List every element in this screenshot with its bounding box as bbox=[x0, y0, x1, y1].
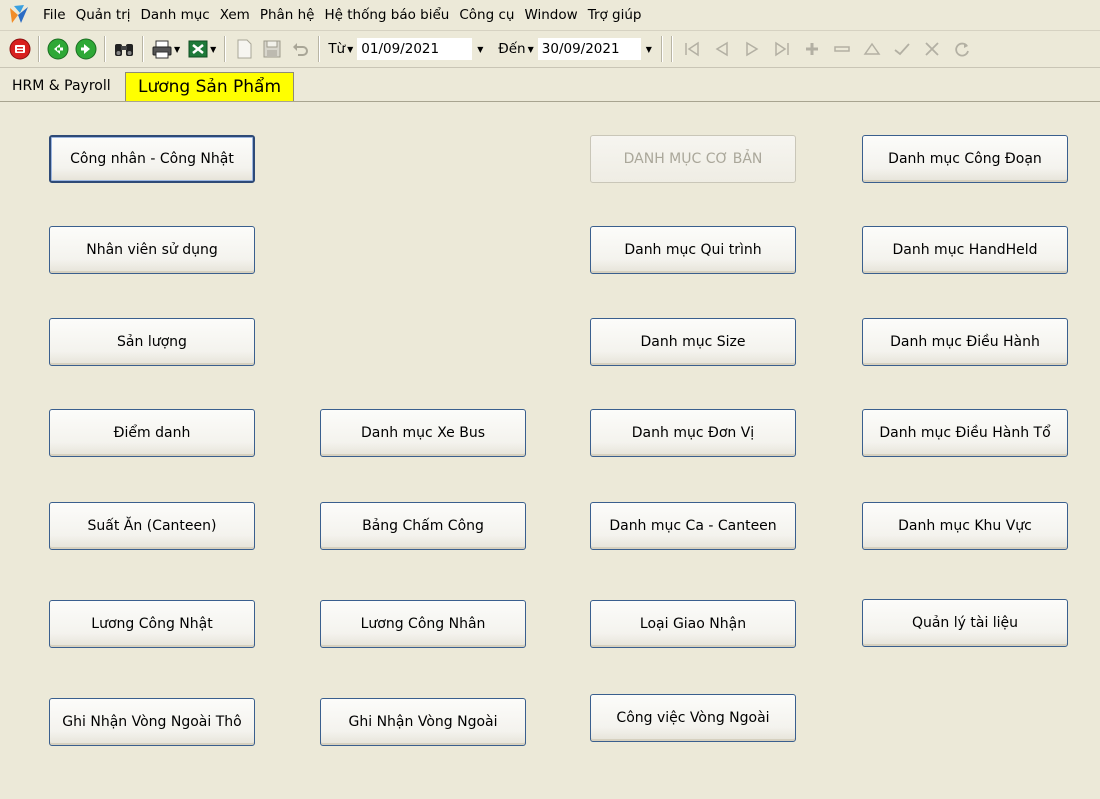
danh-muc-handheld-button[interactable]: Danh mục HandHeld bbox=[862, 226, 1068, 274]
toolbar-separator bbox=[318, 36, 321, 62]
menu-window[interactable]: Window bbox=[519, 0, 582, 30]
bang-cham-cong-button[interactable]: Bảng Chấm Công bbox=[320, 502, 526, 550]
from-label-dropdown-icon[interactable]: ▼ bbox=[347, 45, 353, 54]
to-date-field[interactable]: 30/09/2021 bbox=[537, 38, 641, 60]
from-date-label: Từ bbox=[328, 41, 346, 57]
menu-tro-giup[interactable]: Trợ giúp bbox=[583, 0, 647, 30]
exit-icon bbox=[9, 38, 31, 60]
next-record-icon bbox=[746, 41, 759, 57]
print-button[interactable] bbox=[148, 35, 176, 63]
menu-danh-muc[interactable]: Danh mục bbox=[136, 0, 215, 30]
nhan-vien-su-dung-button[interactable]: Nhân viên sử dụng bbox=[49, 226, 255, 274]
toolbar-separator bbox=[104, 36, 106, 62]
new-document-button[interactable] bbox=[230, 35, 258, 63]
undo-icon bbox=[293, 43, 309, 56]
menu-file[interactable]: File bbox=[38, 0, 71, 30]
to-date-value: 30/09/2021 bbox=[541, 41, 620, 57]
danh-muc-dieu-hanh-button[interactable]: Danh mục Điều Hành bbox=[862, 318, 1068, 366]
menu-xem[interactable]: Xem bbox=[215, 0, 255, 30]
module-tabs: HRM & Payroll Lương Sản Phẩm bbox=[0, 68, 1100, 102]
ghi-nhan-vong-ngoai-button[interactable]: Ghi Nhận Vòng Ngoài bbox=[320, 698, 526, 746]
toolbar-separator bbox=[142, 36, 144, 62]
edit-record-button[interactable] bbox=[857, 35, 887, 63]
previous-record-icon bbox=[715, 41, 728, 57]
plus-icon bbox=[805, 43, 818, 55]
danh-muc-co-ban-button[interactable]: DANH MỤC CƠ BẢN bbox=[590, 135, 796, 183]
find-button[interactable] bbox=[110, 35, 138, 63]
from-date-dropdown-icon[interactable]: ▼ bbox=[472, 39, 488, 59]
from-date-field[interactable]: 01/09/2021 bbox=[357, 38, 473, 60]
to-date-label: Đến bbox=[498, 41, 526, 57]
last-record-button[interactable] bbox=[767, 35, 797, 63]
tab-label: Lương Sản Phẩm bbox=[138, 77, 282, 97]
exit-button[interactable] bbox=[6, 35, 34, 63]
tab-hrm-payroll[interactable]: HRM & Payroll bbox=[2, 71, 121, 100]
menu-he-thong-bao-bieu[interactable]: Hệ thống báo biểu bbox=[320, 0, 455, 30]
export-dropdown-icon[interactable]: ▼ bbox=[210, 45, 216, 54]
forward-button[interactable] bbox=[72, 35, 100, 63]
confirm-button[interactable] bbox=[887, 35, 917, 63]
triangle-up-icon bbox=[863, 42, 881, 55]
binoculars-icon bbox=[115, 44, 133, 56]
luong-cong-nhat-button[interactable]: Lương Công Nhật bbox=[49, 600, 255, 648]
cancel-button[interactable] bbox=[917, 35, 947, 63]
delete-record-button[interactable] bbox=[827, 35, 857, 63]
printer-icon bbox=[152, 40, 172, 59]
diem-danh-button[interactable]: Điểm danh bbox=[49, 409, 255, 457]
toolbar-separator bbox=[670, 36, 673, 62]
last-record-icon bbox=[775, 41, 789, 57]
toolbar-separator bbox=[224, 36, 227, 62]
toolbar-separator bbox=[38, 36, 40, 62]
first-record-button[interactable] bbox=[677, 35, 707, 63]
first-record-icon bbox=[685, 41, 699, 57]
save-icon bbox=[263, 40, 281, 58]
refresh-button[interactable] bbox=[947, 35, 977, 63]
menu-phan-he[interactable]: Phân hệ bbox=[255, 0, 320, 30]
danh-muc-khu-vuc-button[interactable]: Danh mục Khu Vực bbox=[862, 502, 1068, 550]
toolbar-separator bbox=[660, 36, 663, 62]
tab-label: HRM & Payroll bbox=[12, 77, 111, 94]
arrow-right-icon bbox=[75, 38, 97, 60]
next-record-button[interactable] bbox=[737, 35, 767, 63]
suat-an-canteen-button[interactable]: Suất Ăn (Canteen) bbox=[49, 502, 255, 550]
cong-nhan-cong-nhat-button[interactable]: Công nhân - Công Nhật bbox=[49, 135, 255, 183]
close-icon bbox=[925, 42, 939, 56]
cong-viec-vong-ngoai-button[interactable]: Công việc Vòng Ngoài bbox=[590, 694, 796, 742]
danh-muc-qui-trinh-button[interactable]: Danh mục Qui trình bbox=[590, 226, 796, 274]
san-luong-button[interactable]: Sản lượng bbox=[49, 318, 255, 366]
new-document-icon bbox=[237, 39, 252, 59]
menu-bar: File Quản trị Danh mục Xem Phân hệ Hệ th… bbox=[0, 0, 1100, 31]
to-label-dropdown-icon[interactable]: ▼ bbox=[528, 45, 534, 54]
danh-muc-don-vi-button[interactable]: Danh mục Đơn Vị bbox=[590, 409, 796, 457]
toolbar: ▼ ▼ Từ ▼ 01/09/2021 ▼ Đến ▼ 30/09/2021 ▼ bbox=[0, 31, 1100, 68]
add-record-button[interactable] bbox=[797, 35, 827, 63]
tab-luong-san-pham[interactable]: Lương Sản Phẩm bbox=[125, 72, 295, 101]
excel-icon bbox=[188, 40, 208, 58]
danh-muc-cong-doan-button[interactable]: Danh mục Công Đoạn bbox=[862, 135, 1068, 183]
save-button[interactable] bbox=[258, 35, 286, 63]
ghi-nhan-vong-ngoai-tho-button[interactable]: Ghi Nhận Vòng Ngoài Thô bbox=[49, 698, 255, 746]
danh-muc-dieu-hanh-to-button[interactable]: Danh mục Điều Hành Tổ bbox=[862, 409, 1068, 457]
to-date-dropdown-icon[interactable]: ▼ bbox=[641, 39, 657, 59]
danh-muc-size-button[interactable]: Danh mục Size bbox=[590, 318, 796, 366]
app-logo-icon bbox=[10, 5, 28, 23]
menu-quan-tri[interactable]: Quản trị bbox=[71, 0, 136, 30]
print-dropdown-icon[interactable]: ▼ bbox=[174, 45, 180, 54]
export-excel-button[interactable] bbox=[184, 35, 212, 63]
from-date-value: 01/09/2021 bbox=[361, 41, 440, 57]
menu-cong-cu[interactable]: Công cụ bbox=[454, 0, 519, 30]
refresh-icon bbox=[955, 42, 969, 57]
loai-giao-nhan-button[interactable]: Loại Giao Nhận bbox=[590, 600, 796, 648]
minus-icon bbox=[834, 46, 850, 52]
danh-muc-xe-bus-button[interactable]: Danh mục Xe Bus bbox=[320, 409, 526, 457]
danh-muc-ca-canteen-button[interactable]: Danh mục Ca - Canteen bbox=[590, 502, 796, 550]
back-button[interactable] bbox=[44, 35, 72, 63]
undo-button[interactable] bbox=[286, 35, 314, 63]
previous-record-button[interactable] bbox=[707, 35, 737, 63]
luong-cong-nhan-button[interactable]: Lương Công Nhân bbox=[320, 600, 526, 648]
checkmark-icon bbox=[894, 43, 910, 56]
arrow-left-icon bbox=[47, 38, 69, 60]
quan-ly-tai-lieu-button[interactable]: Quản lý tài liệu bbox=[862, 599, 1068, 647]
